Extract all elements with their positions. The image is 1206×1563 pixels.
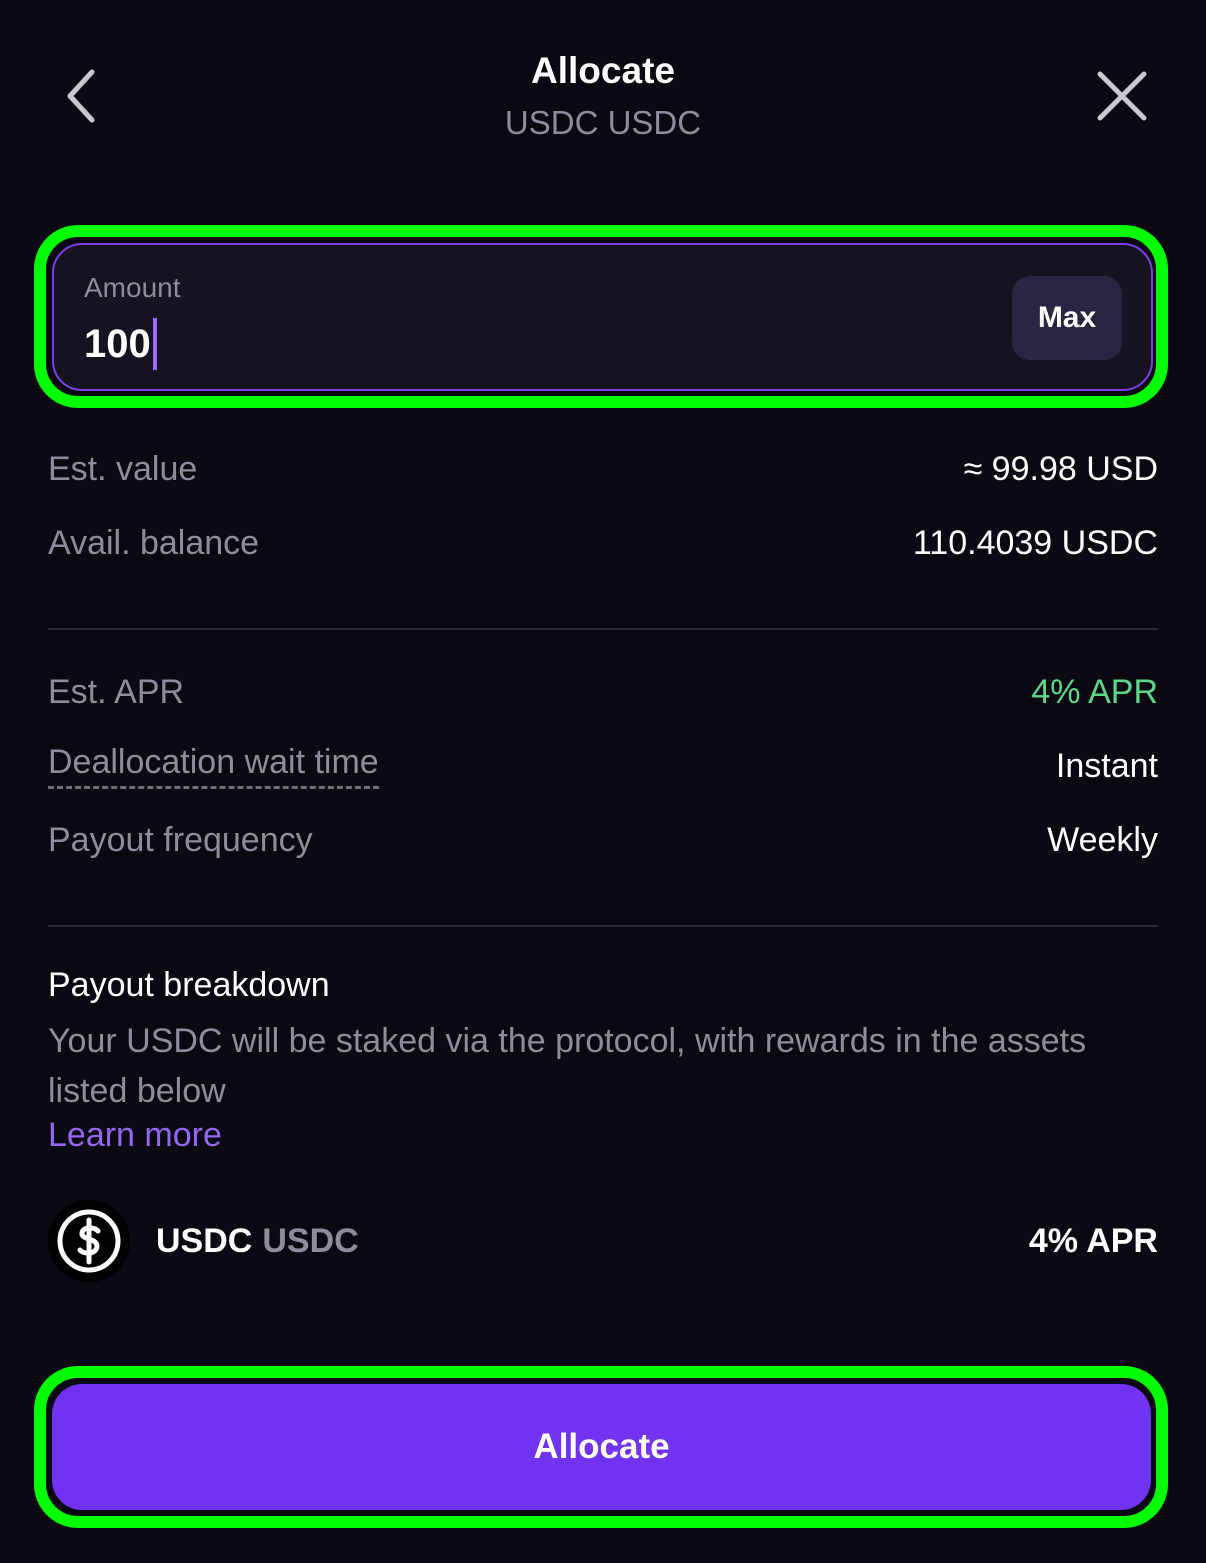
close-button[interactable] — [1090, 64, 1154, 128]
asset-name: USDC — [156, 1221, 253, 1260]
page-subtitle: USDC USDC — [504, 104, 702, 141]
payout-frequency-value: Weekly — [1047, 820, 1158, 859]
balance-value: 110.4039 USDC — [912, 523, 1158, 562]
wait-time-label[interactable]: Deallocation wait time — [48, 743, 379, 789]
amount-label: Amount — [84, 272, 181, 303]
max-button[interactable]: Max — [1012, 276, 1122, 360]
text-caret — [152, 318, 157, 370]
asset-ticker: USDC — [262, 1221, 359, 1260]
wait-time-row: Deallocation wait time Instant — [48, 743, 1158, 789]
amount-input[interactable]: 100 — [84, 318, 157, 370]
amount-input-value: 100 — [84, 321, 151, 366]
learn-more-link[interactable]: Learn more — [48, 1116, 222, 1155]
page-title: Allocate — [531, 50, 675, 91]
asset-apr: 4% APR — [1028, 1221, 1158, 1260]
balance-label: Avail. balance — [48, 523, 260, 562]
payout-frequency-label: Payout frequency — [48, 820, 313, 859]
allocate-screen: Allocate USDC USDC Amount 100 Max Est. v… — [0, 0, 1206, 1563]
est-value-row: Est. value ≈ 99.98 USD — [48, 447, 1158, 491]
payout-breakdown-description: Your USDC will be staked via the protoco… — [48, 1022, 1087, 1110]
apr-label: Est. APR — [48, 672, 185, 711]
apr-row: Est. APR 4% APR — [48, 670, 1158, 714]
usdc-coin-icon — [48, 1200, 130, 1282]
amount-field[interactable] — [52, 243, 1153, 391]
divider — [48, 925, 1158, 927]
balance-row: Avail. balance 110.4039 USDC — [48, 521, 1158, 565]
divider — [48, 628, 1158, 630]
est-value-label: Est. value — [48, 449, 198, 488]
payout-frequency-row: Payout frequency Weekly — [48, 818, 1158, 862]
est-value: ≈ 99.98 USD — [963, 449, 1158, 488]
reward-asset-row: USDC USDC 4% APR — [48, 1200, 1158, 1282]
apr-value: 4% APR — [1031, 672, 1158, 711]
allocate-button[interactable]: Allocate — [52, 1384, 1151, 1510]
close-icon — [1097, 71, 1147, 121]
payout-breakdown-title: Payout breakdown — [48, 966, 330, 1004]
wait-time-value: Instant — [1055, 746, 1158, 785]
